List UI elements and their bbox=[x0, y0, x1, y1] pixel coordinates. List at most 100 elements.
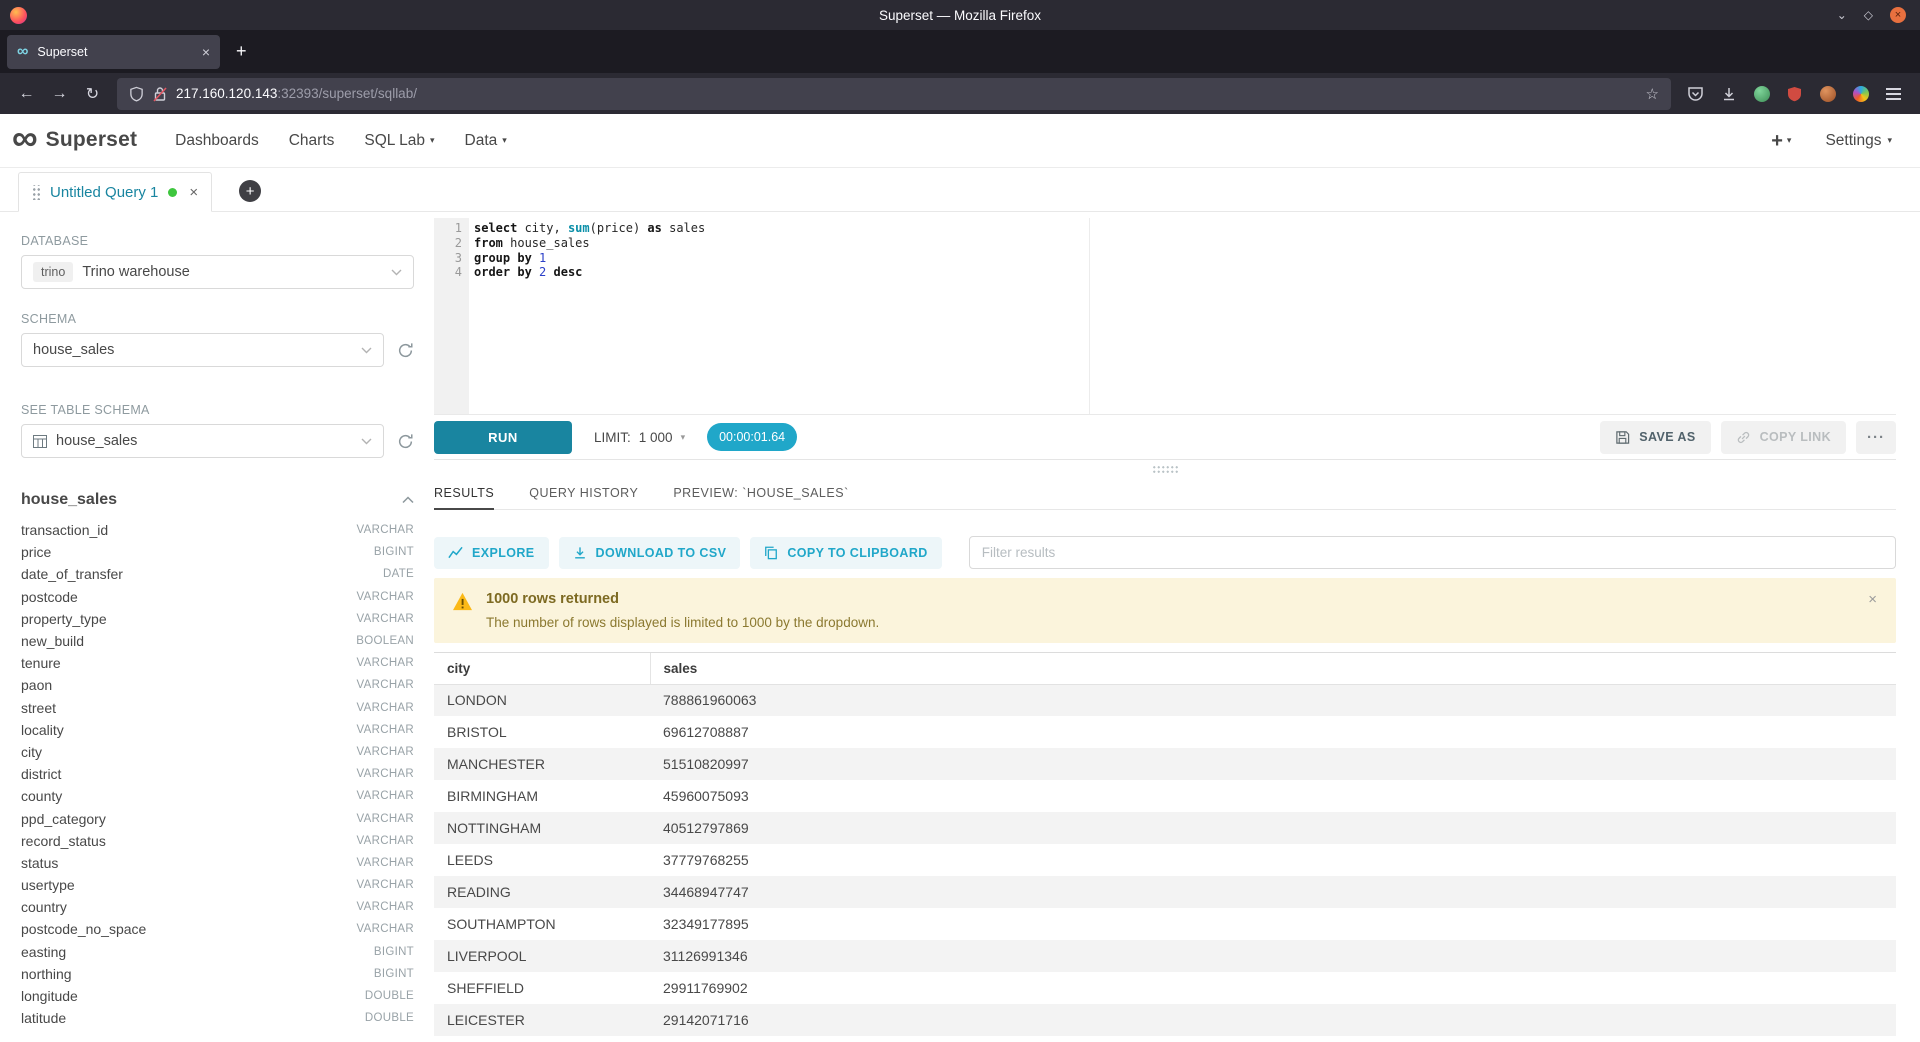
chevron-down-icon: ▾ bbox=[502, 135, 507, 146]
table-row: NOTTINGHAM40512797869 bbox=[434, 812, 1896, 844]
column-type: VARCHAR bbox=[357, 835, 414, 847]
bookmark-star-icon[interactable]: ☆ bbox=[1646, 85, 1659, 103]
table-row: LONDON788861960063 bbox=[434, 684, 1896, 716]
copy-link-button[interactable]: COPY LINK bbox=[1721, 421, 1846, 454]
back-button[interactable]: ← bbox=[10, 79, 43, 109]
alert-title: 1000 rows returned bbox=[486, 591, 879, 607]
column-type: VARCHAR bbox=[357, 768, 414, 780]
column-type: BOOLEAN bbox=[356, 635, 414, 647]
url-bar[interactable]: 217.160.120.143:32393/superset/sqllab/ ☆ bbox=[117, 78, 1671, 110]
column-type: VARCHAR bbox=[357, 591, 414, 603]
column-name: northing bbox=[21, 966, 72, 982]
schema-select[interactable]: house_sales bbox=[21, 333, 384, 367]
new-query-tab-button[interactable]: + bbox=[239, 180, 261, 202]
filter-results-input[interactable] bbox=[969, 536, 1896, 569]
column-row: tenureVARCHAR bbox=[21, 652, 414, 674]
column-name: transaction_id bbox=[21, 522, 108, 538]
column-name: paon bbox=[21, 677, 52, 693]
column-type: BIGINT bbox=[374, 968, 414, 980]
tab-preview-house-sales[interactable]: PREVIEW: `HOUSE_SALES` bbox=[673, 477, 848, 510]
chevron-down-icon: ▾ bbox=[681, 432, 686, 443]
insecure-lock-icon[interactable] bbox=[153, 86, 167, 102]
sql-editor[interactable]: 1234 select city, sum(price) as salesfro… bbox=[434, 218, 1896, 415]
window-minimize-button[interactable]: ⌄ bbox=[1837, 9, 1847, 21]
superset-brand[interactable]: ∞ Superset bbox=[12, 128, 137, 153]
column-name: district bbox=[21, 766, 61, 782]
column-type: DATE bbox=[383, 568, 414, 580]
extension-icon[interactable] bbox=[1745, 79, 1778, 109]
limit-dropdown[interactable]: LIMIT: 1 000 ▾ bbox=[594, 430, 685, 445]
drag-handle-icon bbox=[32, 185, 40, 200]
column-name: longitude bbox=[21, 988, 78, 1004]
tracking-protection-shield-icon[interactable] bbox=[129, 86, 144, 102]
window-close-button[interactable]: × bbox=[1890, 7, 1906, 23]
table-row: BRISTOL69612708887 bbox=[434, 716, 1896, 748]
extension-icon[interactable] bbox=[1811, 79, 1844, 109]
new-item-button[interactable]: + ▾ bbox=[1771, 131, 1791, 151]
downloads-icon[interactable] bbox=[1712, 79, 1745, 109]
column-row: postcode VARCHAR bbox=[21, 586, 414, 608]
table-select[interactable]: house_sales bbox=[21, 424, 384, 458]
window-maximize-button[interactable]: ◇ bbox=[1864, 9, 1873, 21]
column-name: postcode bbox=[21, 589, 78, 605]
table-name[interactable]: house_sales bbox=[21, 491, 117, 509]
browser-tab[interactable]: ∞ Superset × bbox=[7, 35, 220, 69]
download-csv-button[interactable]: DOWNLOAD TO CSV bbox=[559, 537, 741, 569]
collapse-table-icon[interactable] bbox=[402, 496, 414, 504]
extension-pinwheel-icon[interactable] bbox=[1844, 79, 1877, 109]
chevron-down-icon bbox=[361, 347, 372, 354]
alert-close-button[interactable]: × bbox=[1868, 591, 1877, 608]
column-type: VARCHAR bbox=[357, 813, 414, 825]
more-options-button[interactable]: ··· bbox=[1856, 421, 1896, 454]
column-row: date_of_transferDATE bbox=[21, 563, 414, 585]
editor-code[interactable]: select city, sum(price) as salesfrom hou… bbox=[474, 221, 1896, 280]
save-as-button[interactable]: SAVE AS bbox=[1600, 421, 1710, 454]
query-tab[interactable]: Untitled Query 1 × bbox=[18, 172, 212, 212]
column-name: status bbox=[21, 855, 58, 871]
column-row: price BIGINT bbox=[21, 541, 414, 563]
settings-menu[interactable]: Settings ▾ bbox=[1825, 132, 1892, 150]
run-button[interactable]: RUN bbox=[434, 421, 572, 454]
tab-query-history[interactable]: QUERY HISTORY bbox=[529, 477, 638, 510]
explore-button[interactable]: EXPLORE bbox=[434, 537, 549, 569]
nav-dashboards[interactable]: Dashboards bbox=[175, 114, 259, 168]
column-header[interactable]: city bbox=[434, 653, 650, 684]
drag-dots-icon bbox=[1152, 465, 1179, 473]
save-icon bbox=[1615, 430, 1630, 445]
forward-button[interactable]: → bbox=[43, 79, 76, 109]
column-name: property_type bbox=[21, 611, 107, 627]
table-row: BIRMINGHAM45960075093 bbox=[434, 780, 1896, 812]
adblocker-shield-icon[interactable] bbox=[1778, 79, 1811, 109]
column-row: longitude DOUBLE bbox=[21, 985, 414, 1007]
column-row: statusVARCHAR bbox=[21, 852, 414, 874]
table-value: house_sales bbox=[56, 433, 137, 449]
column-row: property_typeVARCHAR bbox=[21, 608, 414, 630]
copy-clipboard-button[interactable]: COPY TO CLIPBOARD bbox=[750, 537, 941, 569]
query-tab-close-button[interactable]: × bbox=[189, 184, 198, 201]
column-type: VARCHAR bbox=[357, 724, 414, 736]
browser-tab-title: Superset bbox=[37, 45, 192, 59]
menu-hamburger-icon[interactable] bbox=[1877, 79, 1910, 109]
nav-sql-lab[interactable]: SQL Lab ▾ bbox=[364, 114, 434, 168]
column-name: price bbox=[21, 544, 51, 560]
new-tab-button[interactable]: + bbox=[236, 41, 247, 62]
column-type: BIGINT bbox=[374, 546, 414, 558]
nav-charts[interactable]: Charts bbox=[289, 114, 335, 168]
column-type: DOUBLE bbox=[365, 990, 414, 1002]
sqllab-content: 1234 select city, sum(price) as salesfro… bbox=[434, 212, 1920, 1042]
refresh-table-icon[interactable] bbox=[397, 433, 414, 450]
pocket-icon[interactable] bbox=[1679, 79, 1712, 109]
column-type: VARCHAR bbox=[357, 790, 414, 802]
table-schema-header: house_sales bbox=[21, 491, 414, 509]
pane-resize-handle[interactable] bbox=[434, 460, 1896, 477]
column-header[interactable]: sales bbox=[650, 653, 1896, 684]
query-tab-bar: Untitled Query 1 × + bbox=[0, 168, 1920, 212]
limit-value: 1 000 bbox=[639, 430, 673, 445]
refresh-schema-icon[interactable] bbox=[397, 342, 414, 359]
tab-results[interactable]: RESULTS bbox=[434, 477, 494, 510]
database-select[interactable]: trino Trino warehouse bbox=[21, 255, 414, 289]
nav-data[interactable]: Data ▾ bbox=[465, 114, 507, 168]
table-row: SOUTHAMPTON32349177895 bbox=[434, 908, 1896, 940]
reload-button[interactable]: ↻ bbox=[76, 79, 109, 109]
tab-close-icon[interactable]: × bbox=[202, 44, 210, 60]
